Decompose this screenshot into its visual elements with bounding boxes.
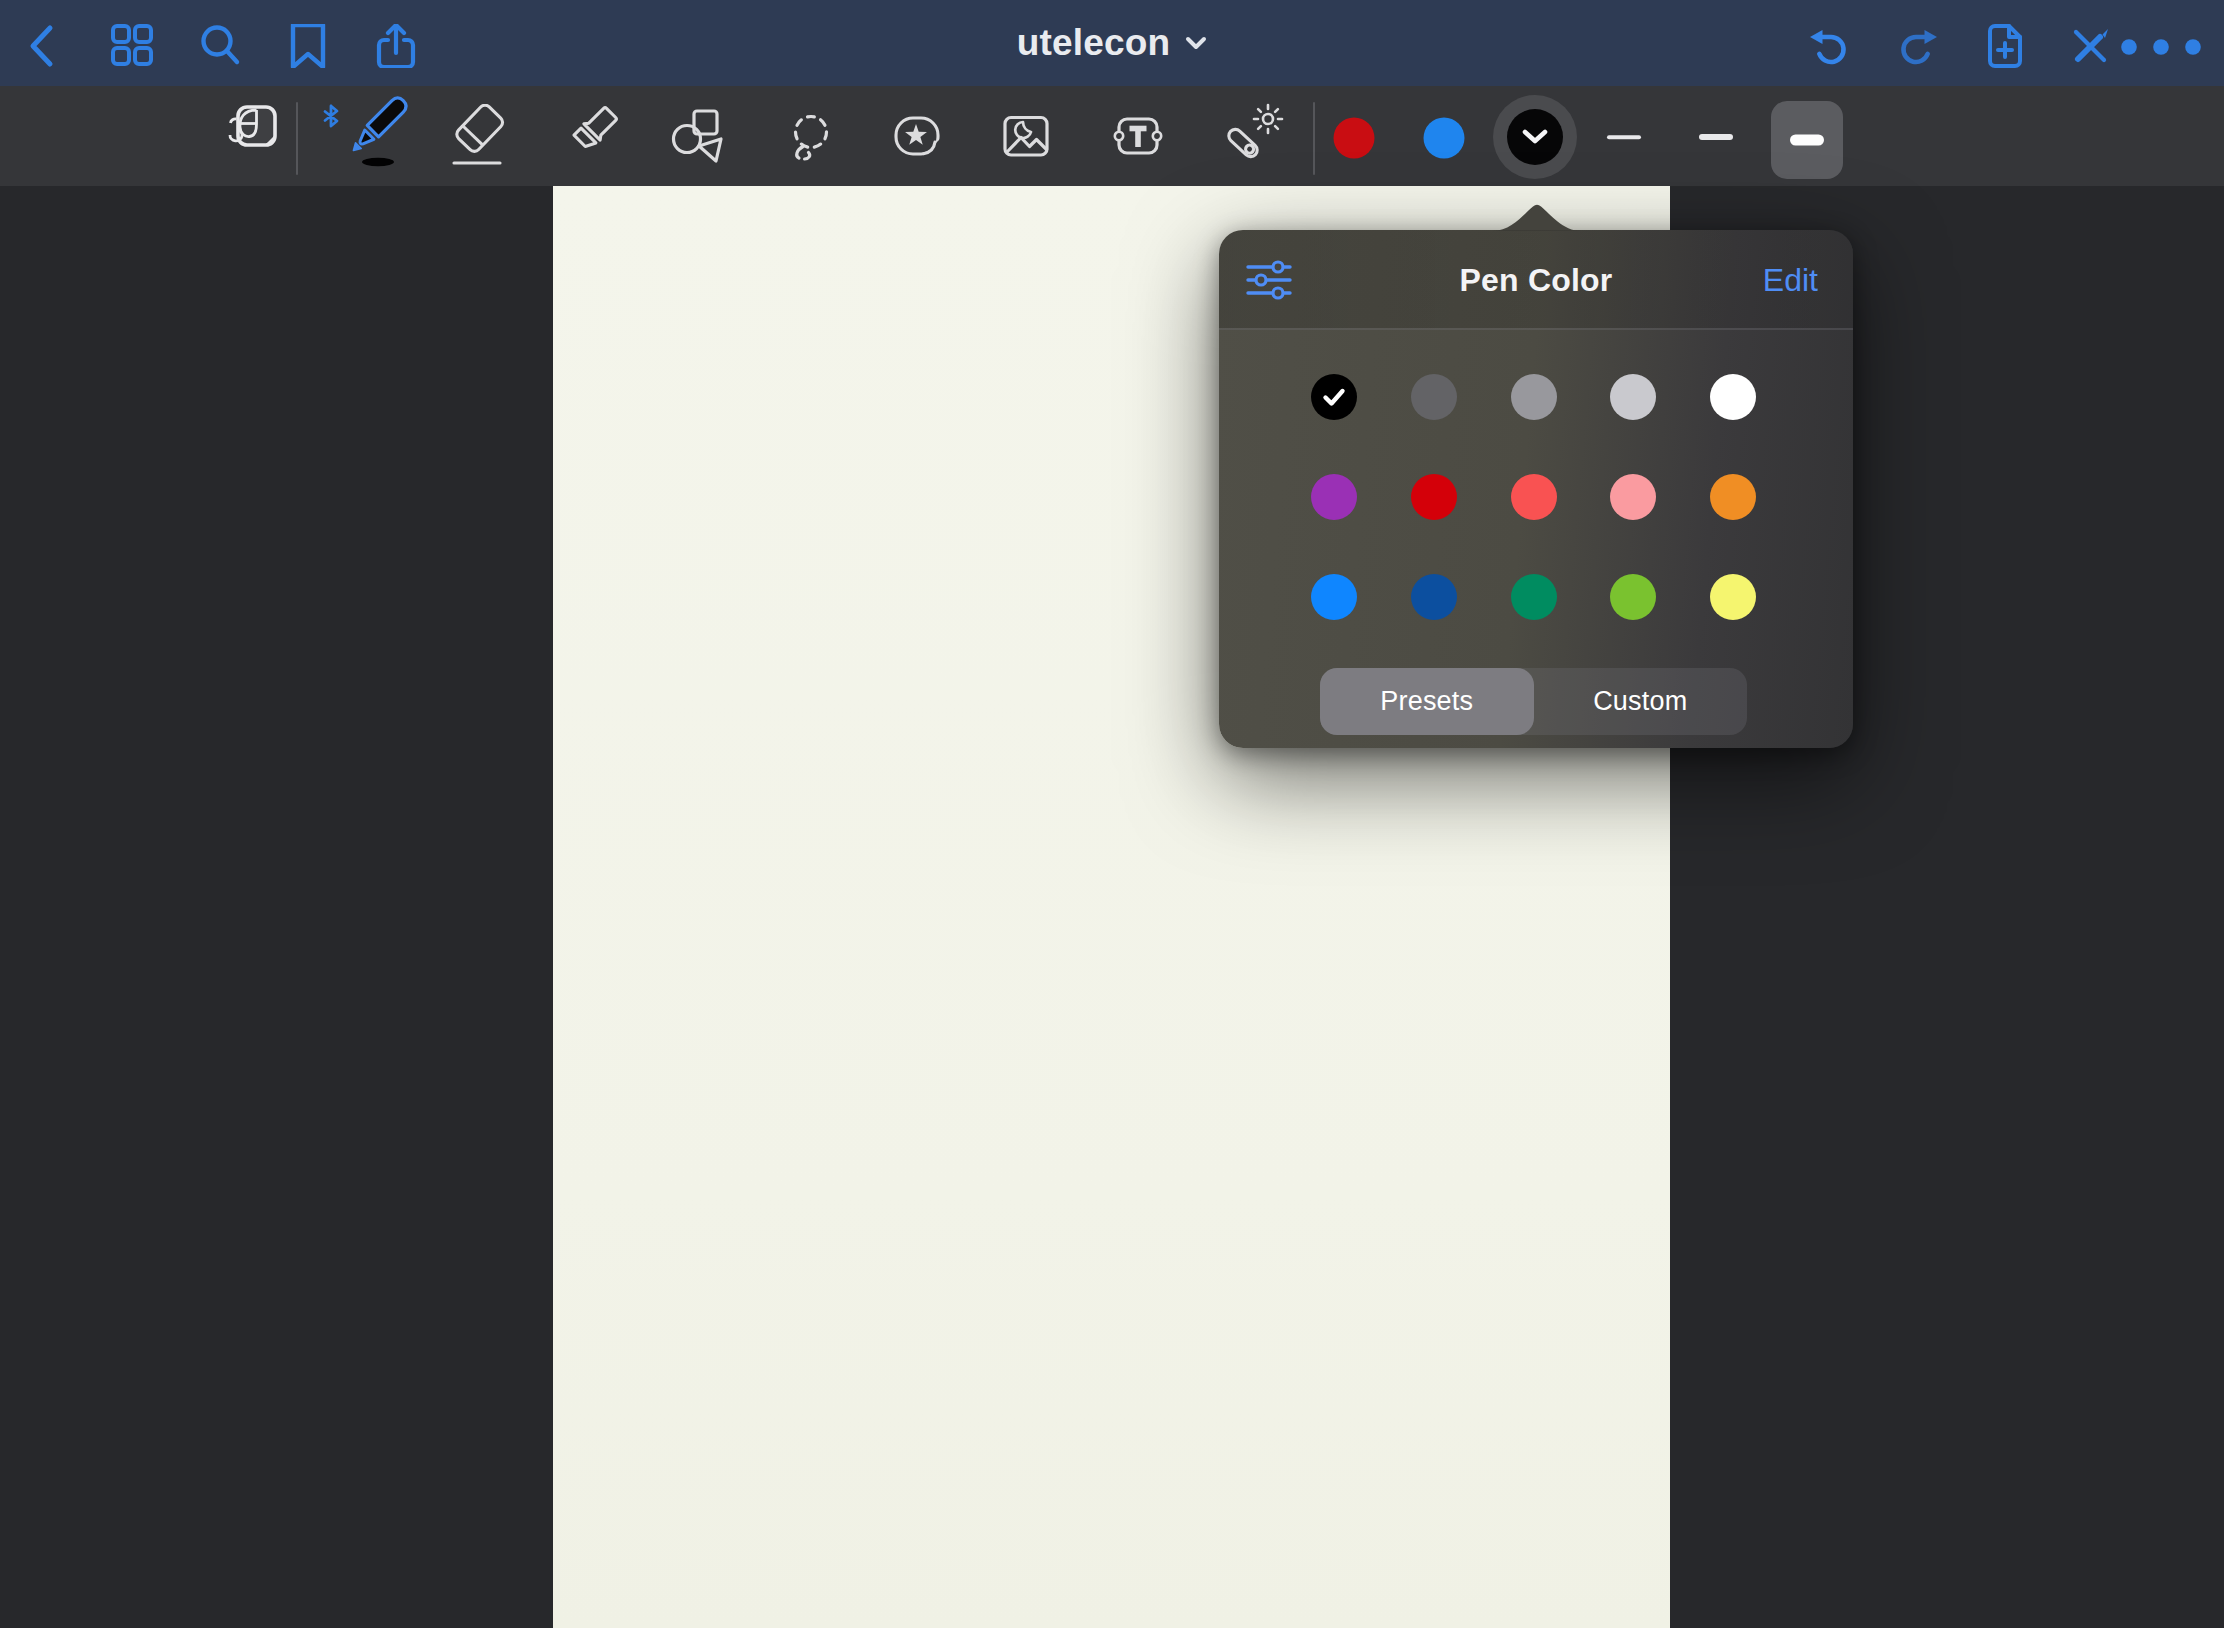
- more-icon: [2118, 24, 2204, 68]
- elements-tool-icon: [885, 104, 949, 168]
- laser-pointer-button[interactable]: [1214, 100, 1286, 172]
- pen-color-popover: Pen Color Edit Presets Custom: [1219, 230, 1853, 748]
- chevron-down-icon: [1522, 129, 1548, 145]
- toolbar-separator-left: [296, 102, 298, 175]
- color-swatch-008c60[interactable]: [1511, 574, 1557, 620]
- tools-toolbar: [0, 86, 2224, 186]
- shapes-tool-icon: [664, 104, 728, 168]
- navigation-bar: utelecon: [0, 0, 2224, 86]
- redo-button[interactable]: [1895, 24, 1939, 68]
- color-swatch-f5f56f[interactable]: [1710, 574, 1756, 620]
- undo-icon: [1808, 24, 1852, 68]
- pen-color-swatch-blue[interactable]: [1424, 118, 1465, 159]
- stroke-width-thick-selected[interactable]: [1771, 101, 1843, 179]
- checkmark-icon: [1322, 387, 1346, 407]
- goodnotes-app: utelecon: [0, 0, 2224, 1628]
- text-tool-button[interactable]: [1106, 104, 1170, 168]
- elements-tool-button[interactable]: [885, 104, 949, 168]
- stroke-width-thick-bar: [1790, 135, 1824, 146]
- color-swatch-636366[interactable]: [1411, 374, 1457, 420]
- text-tool-icon: [1106, 104, 1170, 168]
- add-page-button[interactable]: [1983, 24, 2027, 68]
- color-swatch-f95252[interactable]: [1511, 474, 1557, 520]
- color-swatch-7ac22f[interactable]: [1610, 574, 1656, 620]
- popover-title: Pen Color: [1219, 230, 1853, 330]
- color-swatch-c9c9ce[interactable]: [1610, 374, 1656, 420]
- color-swatch-000000[interactable]: [1311, 374, 1357, 420]
- undo-button[interactable]: [1808, 24, 1852, 68]
- stroke-width-medium[interactable]: [1699, 134, 1733, 140]
- highlighter-tool-button[interactable]: [557, 104, 621, 168]
- color-swatch-fa9ba0[interactable]: [1610, 474, 1656, 520]
- highlighter-tool-icon: [557, 104, 621, 168]
- toolbar-separator-right: [1313, 102, 1315, 175]
- color-swatch-d40009[interactable]: [1411, 474, 1457, 520]
- shapes-tool-button[interactable]: [664, 104, 728, 168]
- pen-color-swatch-red[interactable]: [1334, 118, 1375, 159]
- chevron-down-icon: [1185, 36, 1207, 50]
- color-swatch-0f86ff[interactable]: [1311, 574, 1357, 620]
- pen-color-swatch-black-selected[interactable]: [1493, 95, 1577, 179]
- color-swatch-98989d[interactable]: [1511, 374, 1557, 420]
- color-swatch-9a30b5[interactable]: [1311, 474, 1357, 520]
- image-tool-icon: [994, 104, 1058, 168]
- tab-presets[interactable]: Presets: [1320, 668, 1534, 735]
- lasso-tool-icon: [776, 104, 840, 168]
- laser-pointer-icon: [1214, 100, 1286, 172]
- tab-custom[interactable]: Custom: [1534, 668, 1748, 735]
- add-page-icon: [1983, 24, 2027, 68]
- pen-tool-icon: [320, 91, 416, 181]
- page-template-button[interactable]: [226, 98, 282, 154]
- document-title: utelecon: [1017, 22, 1171, 64]
- document-title-button[interactable]: utelecon: [0, 0, 2224, 86]
- pen-tool-button[interactable]: [320, 91, 416, 181]
- stop-editing-icon: [2069, 24, 2113, 68]
- lasso-tool-button[interactable]: [776, 104, 840, 168]
- color-swatch-0c4f9f[interactable]: [1411, 574, 1457, 620]
- color-swatch-ffffff[interactable]: [1710, 374, 1756, 420]
- canvas-area: [0, 186, 2224, 1628]
- image-tool-button[interactable]: [994, 104, 1058, 168]
- stop-editing-button[interactable]: [2069, 24, 2113, 68]
- stroke-width-thin[interactable]: [1607, 135, 1641, 139]
- more-button[interactable]: [2118, 24, 2204, 68]
- color-swatch-f08e24[interactable]: [1710, 474, 1756, 520]
- redo-icon: [1895, 24, 1939, 68]
- page-template-icon: [226, 98, 282, 154]
- eraser-tool-button[interactable]: [445, 104, 509, 168]
- presets-custom-segmented-control: Presets Custom: [1320, 668, 1747, 735]
- popover-arrow: [1493, 204, 1581, 231]
- edit-button[interactable]: Edit: [1763, 230, 1818, 330]
- eraser-tool-icon: [445, 104, 509, 168]
